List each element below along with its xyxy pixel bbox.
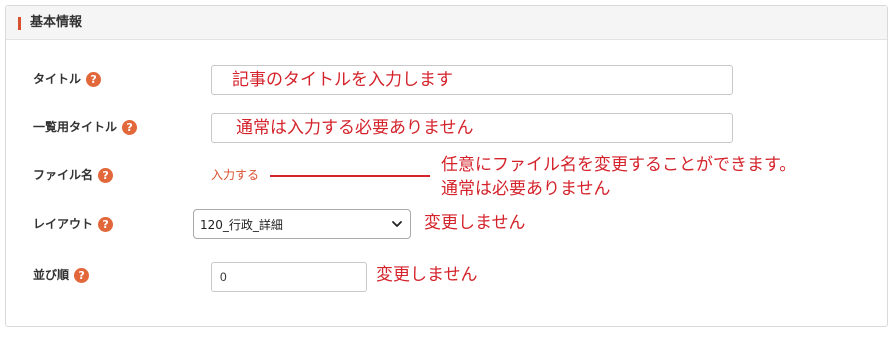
chevron-down-icon — [392, 221, 402, 227]
help-icon[interactable]: ? — [98, 167, 114, 183]
annotation-order-note: 変更しません — [376, 265, 478, 285]
list-title-label-row: 一覧用タイトル ? — [33, 118, 138, 136]
help-icon[interactable]: ? — [122, 119, 138, 135]
annotation-filename-note-line2: 通常は必要ありません — [441, 179, 611, 199]
filename-input-link[interactable]: 入力する — [211, 167, 259, 183]
filename-label-row: ファイル名 ? — [33, 166, 114, 184]
annotation-pointer-line — [270, 175, 430, 177]
annotation-title-note: 記事のタイトルを入力します — [232, 70, 453, 90]
order-input[interactable] — [211, 262, 367, 292]
filename-label: ファイル名 — [33, 168, 94, 182]
help-icon[interactable]: ? — [74, 267, 90, 283]
panel-title: 基本情報 — [30, 15, 83, 30]
order-label: 並び順 — [33, 268, 70, 282]
layout-select[interactable]: 120_行政_詳細 — [193, 209, 411, 239]
title-label: タイトル — [33, 72, 82, 86]
order-label-row: 並び順 ? — [33, 266, 90, 284]
help-icon[interactable]: ? — [98, 216, 114, 232]
layout-select-value: 120_行政_詳細 — [200, 217, 283, 232]
help-icon[interactable]: ? — [86, 71, 102, 87]
annotation-list-title-note: 通常は入力する必要ありません — [236, 118, 474, 138]
list-title-label: 一覧用タイトル — [33, 120, 118, 134]
header-accent-bar — [18, 17, 21, 30]
annotation-filename-note-line1: 任意にファイル名を変更することができます。 — [441, 155, 797, 175]
layout-label-row: レイアウト ? — [33, 215, 114, 233]
title-label-row: タイトル ? — [33, 70, 102, 88]
layout-label: レイアウト — [33, 217, 94, 231]
annotation-layout-note: 変更しません — [424, 213, 526, 233]
panel-header: 基本情報 — [6, 6, 887, 40]
